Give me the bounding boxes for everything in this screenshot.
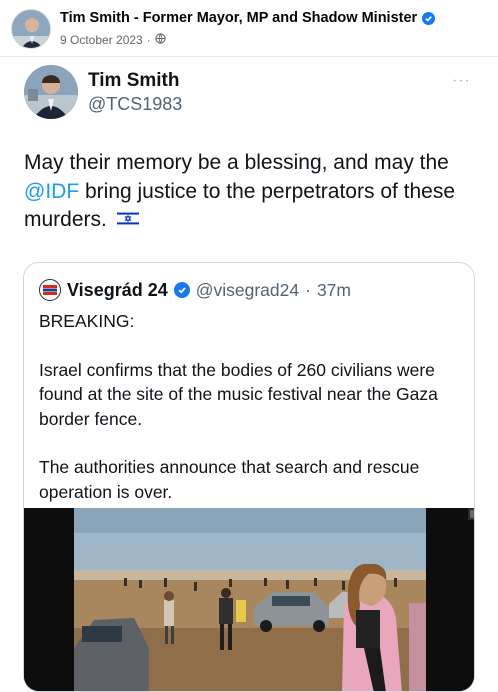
header-divider: [0, 56, 498, 57]
more-options-icon[interactable]: ···: [452, 72, 471, 90]
tweet-text-part-1: May their memory be a blessing, and may …: [24, 151, 449, 174]
quoted-timestamp[interactable]: 37m: [317, 280, 351, 301]
author-name[interactable]: Tim Smith - Former Mayor, MP and Shadow …: [60, 10, 417, 26]
visegrad-logo-icon: [39, 279, 61, 301]
quoted-author-name[interactable]: Visegrád 24: [67, 280, 168, 301]
quoted-separator: ·: [305, 279, 311, 300]
quoted-paragraph: Israel confirms that the bodies of 260 c…: [39, 359, 438, 429]
quoted-paragraph: The authorities announce that search and…: [39, 457, 420, 502]
facebook-post-header: Tim Smith - Former Mayor, MP and Shadow …: [0, 0, 498, 56]
quoted-tweet[interactable]: Visegrád 24 @visegrad24 · 37m BREAKING: …: [23, 262, 475, 692]
quoted-author-handle[interactable]: @visegrad24: [196, 280, 299, 301]
verified-badge-icon: [422, 11, 436, 25]
israel-flag-icon: [116, 206, 139, 235]
post-date[interactable]: 9 October 2023: [60, 33, 143, 47]
tweet-author-handle[interactable]: @TCS1983: [88, 94, 182, 115]
tweet-author-name[interactable]: Tim Smith: [88, 70, 180, 92]
globe-icon: [155, 33, 166, 47]
tweet-text-part-2: bring justice to the perpetrators of the…: [24, 179, 456, 232]
tweet-text: May their memory be a blessing, and may …: [24, 149, 484, 235]
quoted-tweet-text: BREAKING: Israel confirms that the bodie…: [39, 309, 464, 504]
quoted-verified-badge-icon: [173, 282, 190, 298]
tweet-author-avatar[interactable]: [24, 65, 78, 119]
mention-link[interactable]: @IDF: [24, 180, 79, 203]
quoted-paragraph: BREAKING:: [39, 311, 135, 331]
video-still-people-fleeing-icon[interactable]: [24, 508, 474, 691]
author-avatar[interactable]: [11, 9, 51, 49]
meta-separator: ·: [146, 33, 151, 47]
